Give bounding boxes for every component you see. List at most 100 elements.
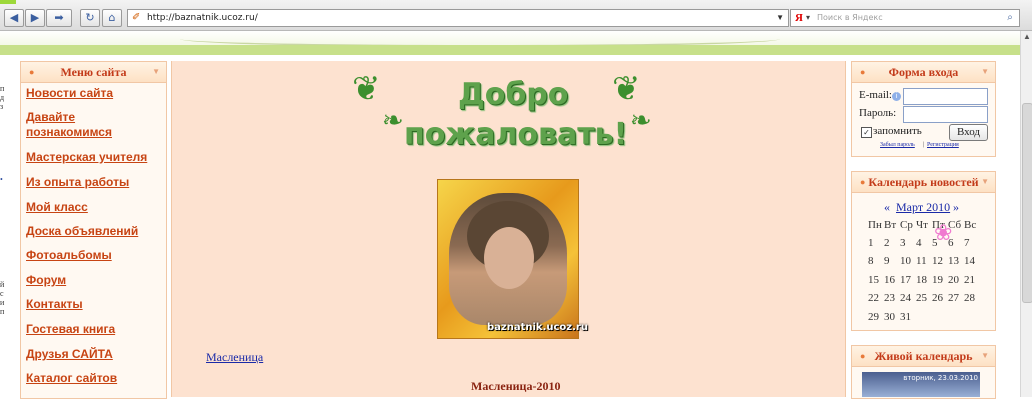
leaf-decoration-right: ❦: [612, 69, 641, 109]
yandex-search-bar[interactable]: Я ▾ Поиск в Яндекс ⌕: [790, 9, 1020, 27]
calendar-day: 14: [964, 255, 975, 267]
profile-photo: [437, 179, 579, 339]
menu-item-guestbook[interactable]: Гостевая книга: [26, 322, 115, 337]
scroll-thumb[interactable]: [1022, 103, 1032, 303]
live-calendar-date: вторник, 23.03.2010: [903, 374, 978, 382]
menu-item-contacts[interactable]: Контакты: [26, 297, 83, 312]
email-label: E-mail:: [859, 89, 892, 101]
weekday-wed: Ср: [900, 219, 913, 231]
menu-item-catalog[interactable]: Каталог сайтов: [26, 371, 117, 386]
register-link[interactable]: Регистрация: [927, 142, 959, 148]
calendar-day: 30: [884, 311, 895, 323]
calendar-day: 23: [884, 292, 895, 304]
yandex-dropdown-icon[interactable]: ▾: [806, 10, 810, 26]
calendar-day: 4: [916, 237, 922, 249]
maslenitsa-link[interactable]: Масленица: [206, 350, 263, 365]
calendar-day: 26: [932, 292, 943, 304]
menu-item-workshop[interactable]: Мастерская учителя: [26, 150, 147, 165]
calendar-day: 31: [900, 311, 911, 323]
menu-item-news[interactable]: Новости сайта: [26, 86, 113, 101]
forward-icon[interactable]: ▶: [25, 9, 45, 27]
calendar-next-link[interactable]: »: [953, 200, 959, 215]
collapse-arrow-icon[interactable]: ▼: [981, 67, 989, 76]
remember-checkbox[interactable]: ✓: [861, 127, 872, 138]
live-calendar-header: ● Живой календарь ▼: [852, 346, 995, 367]
calendar-day: 28: [964, 292, 975, 304]
site-menu-header: ● Меню сайта ▼: [21, 62, 166, 83]
back-icon[interactable]: ◀: [4, 9, 24, 27]
calendar-week-3: 15 16 17 18 19 20 21: [868, 274, 980, 286]
cut-off-edge-text-2: йсип: [0, 280, 5, 316]
calendar-day: 9: [884, 255, 890, 267]
email-field[interactable]: [903, 88, 988, 105]
favicon-icon: ✐: [132, 12, 141, 23]
collapse-arrow-icon[interactable]: ▼: [981, 351, 989, 360]
password-field[interactable]: [903, 106, 988, 123]
welcome-title-line2: пожаловать!: [404, 117, 628, 152]
menu-item-my-class[interactable]: Мой класс: [26, 200, 88, 215]
calendar-day: 13: [948, 255, 959, 267]
calendar-day: 12: [932, 255, 943, 267]
news-calendar-title: Календарь новостей: [868, 175, 979, 189]
magnifier-icon[interactable]: ⌕: [1003, 10, 1017, 26]
forgot-password-link[interactable]: Забыл пароль: [880, 142, 915, 148]
menu-item-board[interactable]: Доска объявлений: [26, 224, 138, 239]
dropdown-icon[interactable]: ▼: [776, 10, 784, 26]
photo-face: [484, 227, 534, 289]
calendar-day: 24: [900, 292, 911, 304]
link-separator: |: [923, 142, 925, 148]
calendar-day: 2: [884, 237, 890, 249]
menu-item-about[interactable]: Давайте познакомимся: [26, 110, 146, 140]
yandex-logo: Я: [795, 12, 803, 24]
remember-label: запомнить: [873, 125, 922, 137]
menu-item-forum[interactable]: Форум: [26, 273, 66, 288]
weekday-thu: Чт: [916, 219, 928, 231]
leaf-decoration-right-2: ❧: [630, 106, 652, 136]
home-icon[interactable]: ⌂: [102, 9, 122, 27]
green-corner-decoration: [0, 0, 16, 4]
login-button[interactable]: Вход: [949, 124, 988, 141]
photo-portrait: [449, 193, 567, 325]
menu-item-photos[interactable]: Фотоальбомы: [26, 248, 112, 263]
calendar-day: 7: [964, 237, 970, 249]
calendar-week-4: 22 23 24 25 26 27 28: [868, 292, 980, 304]
calendar-day: 27: [948, 292, 959, 304]
weekday-sun: Вс: [964, 219, 977, 231]
browser-toolbar: ◀ ▶ ➡ ↻ ⌂ ✐ http://baznatnik.ucoz.ru/ ▼ …: [0, 0, 1032, 31]
calendar-day: 10: [900, 255, 911, 267]
calendar-day: 3: [900, 237, 906, 249]
calendar-day: 1: [868, 237, 874, 249]
site-menu-box: ● Меню сайта ▼ Новости сайта Давайте поз…: [20, 61, 167, 399]
reload-icon[interactable]: ↻: [80, 9, 100, 27]
calendar-day: 25: [916, 292, 927, 304]
calendar-weekdays: Пн Вт Ср Чт Пт Сб Вс: [868, 219, 980, 231]
welcome-title-line1: Добро: [458, 77, 569, 112]
scroll-up-icon[interactable]: ▲: [1021, 31, 1032, 43]
calendar-day: 17: [900, 274, 911, 286]
menu-item-experience[interactable]: Из опыта работы: [26, 175, 129, 190]
maslenitsa-heading: Масленица-2010: [471, 379, 561, 393]
live-calendar-title: Живой календарь: [874, 349, 973, 363]
cut-off-edge-bullet: •: [0, 175, 3, 184]
calendar-day: 21: [964, 274, 975, 286]
calendar-week-1: 1234567: [868, 237, 980, 249]
calendar-week-5: 29 30 31: [868, 311, 916, 323]
address-bar[interactable]: ✐ http://baznatnik.ucoz.ru/ ▼: [127, 9, 789, 27]
calendar-day: 18: [916, 274, 927, 286]
cut-off-edge-text: пдз: [0, 84, 5, 111]
calendar-month-link[interactable]: Март 2010: [896, 200, 950, 215]
calendar-prev-link[interactable]: «: [884, 200, 890, 215]
calendar-day: 15: [868, 274, 879, 286]
address-url: http://baznatnik.ucoz.ru/: [147, 13, 258, 23]
header-green-band: [0, 45, 1020, 55]
menu-item-friends[interactable]: Друзья САЙТА: [26, 347, 113, 362]
forward-menu-icon[interactable]: ➡: [46, 9, 72, 27]
info-icon: i: [892, 92, 901, 101]
collapse-arrow-icon[interactable]: ▼: [152, 67, 160, 76]
calendar-week-2: 8 9 10 11 12 13 14: [868, 255, 980, 267]
calendar-day: 16: [884, 274, 895, 286]
collapse-arrow-icon[interactable]: ▼: [981, 177, 989, 186]
weekday-tue: Вт: [884, 219, 897, 231]
calendar-day: 29: [868, 311, 879, 323]
page-scrollbar[interactable]: ▲: [1020, 31, 1032, 397]
